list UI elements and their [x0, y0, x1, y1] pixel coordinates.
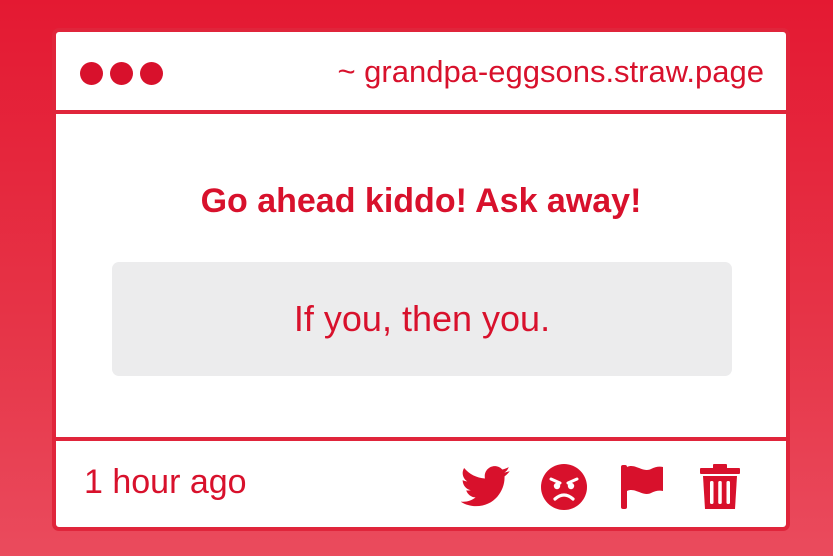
timestamp: 1 hour ago: [84, 463, 247, 501]
flag-icon: [621, 465, 663, 509]
angry-face-icon: [541, 464, 587, 510]
share-twitter-button[interactable]: [460, 461, 512, 513]
react-angry-button[interactable]: [538, 461, 590, 513]
window-dot: [80, 62, 103, 85]
page-url[interactable]: ~ grandpa-eggsons.straw.page: [337, 54, 764, 90]
page-title: Go ahead kiddo! Ask away!: [200, 182, 642, 220]
message-card: ~ grandpa-eggsons.straw.page Go ahead ki…: [52, 28, 790, 531]
window-titlebar: ~ grandpa-eggsons.straw.page: [56, 32, 786, 114]
report-flag-button[interactable]: [616, 461, 668, 513]
twitter-icon: [461, 466, 511, 507]
window-controls: [80, 62, 163, 85]
card-footer: 1 hour ago: [56, 437, 786, 527]
trash-icon: [700, 464, 740, 509]
action-bar: [460, 461, 746, 513]
window-dot: [110, 62, 133, 85]
window-dot: [140, 62, 163, 85]
delete-button[interactable]: [694, 461, 746, 513]
question-box: If you, then you.: [112, 262, 732, 376]
question-text: If you, then you.: [293, 298, 551, 339]
card-body: Go ahead kiddo! Ask away! If you, then y…: [56, 114, 786, 437]
